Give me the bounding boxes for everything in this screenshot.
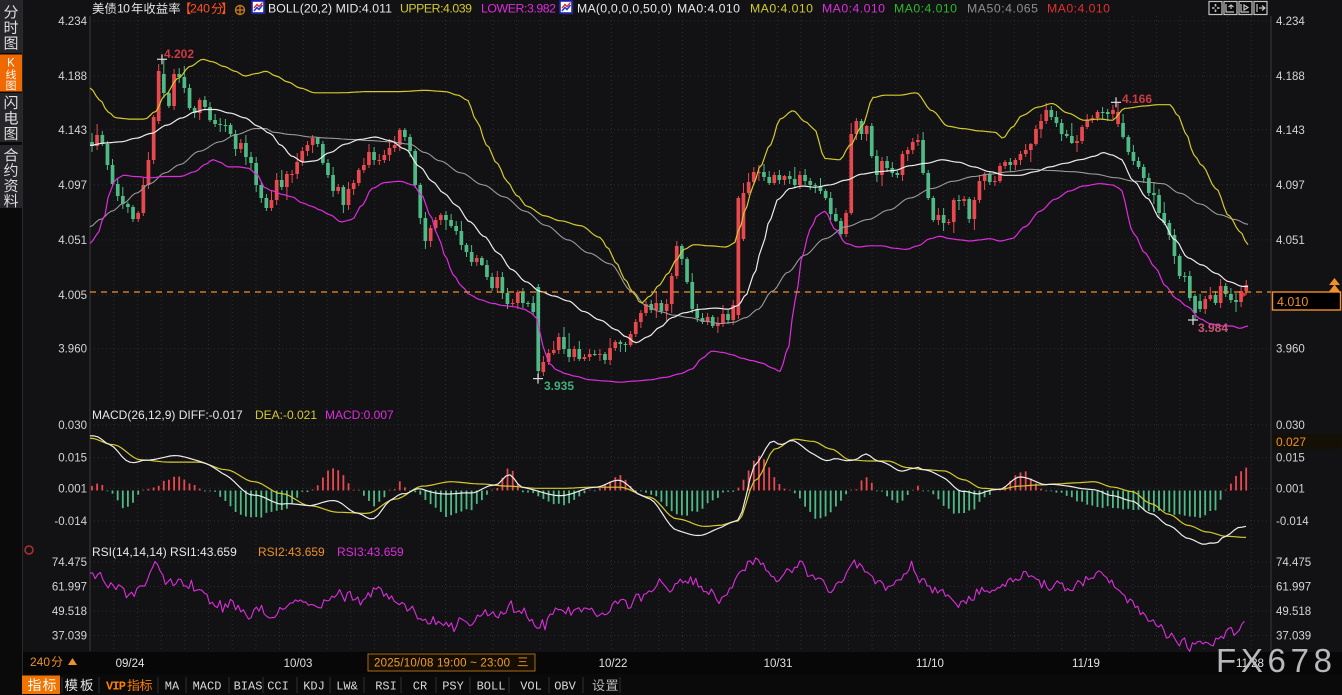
svg-text:4.166: 4.166 [1122,92,1152,106]
svg-text:LOWER:3.982: LOWER:3.982 [481,2,556,16]
svg-text:4.143: 4.143 [1276,125,1305,137]
svg-text:3.960: 3.960 [1276,344,1305,356]
svg-text:240: 240 [190,2,210,16]
svg-text:FX678: FX678 [1216,642,1337,679]
svg-text:11/19: 11/19 [1072,658,1100,670]
svg-text:74.475: 74.475 [52,557,87,569]
svg-text:0.015: 0.015 [1276,453,1305,465]
svg-text:4.051: 4.051 [1276,235,1305,247]
svg-text:DEA:-0.021: DEA:-0.021 [255,408,317,422]
svg-text:0.030: 0.030 [1276,420,1305,432]
svg-text:-0.014: -0.014 [54,516,87,528]
svg-text:MA50:4.065: MA50:4.065 [967,2,1038,16]
svg-text:0.015: 0.015 [58,453,87,465]
svg-text:4.097: 4.097 [1276,180,1305,192]
svg-text:MA0:4.010: MA0:4.010 [822,2,885,16]
svg-text:09/24: 09/24 [116,658,145,670]
svg-text:MA0:4.010: MA0:4.010 [894,2,957,16]
svg-text:37.039: 37.039 [52,631,87,643]
svg-text:240: 240 [30,655,50,669]
svg-text:2025/10/08 19:00 ~ 23:00: 2025/10/08 19:00 ~ 23:00 [374,658,510,670]
svg-text:MA0:4.010: MA0:4.010 [677,2,740,16]
svg-text:RSI3:43.659: RSI3:43.659 [337,545,404,559]
svg-text:3.960: 3.960 [58,344,87,356]
svg-text:BOLL(20,2) MID:4.011: BOLL(20,2) MID:4.011 [268,2,392,16]
svg-text:BIAS: BIAS [234,680,263,694]
svg-text:0.001: 0.001 [58,483,87,495]
svg-text:VIP: VIP [106,680,126,694]
svg-text:0.001: 0.001 [1276,483,1305,495]
svg-text:MACD:0.007: MACD:0.007 [325,408,394,422]
svg-text:-0.014: -0.014 [1276,516,1309,528]
svg-text:0.030: 0.030 [58,420,87,432]
svg-text:4.097: 4.097 [58,180,87,192]
svg-text:RSI(14,14,14) RSI1:43.659: RSI(14,14,14) RSI1:43.659 [92,545,237,559]
svg-text:0.027: 0.027 [1276,435,1306,449]
svg-text:4.005: 4.005 [58,290,87,302]
svg-text:RSI: RSI [375,680,397,694]
svg-text:4.143: 4.143 [58,125,87,137]
svg-text:CCI: CCI [267,680,289,694]
svg-text:VOL: VOL [520,680,542,694]
svg-text:10/22: 10/22 [599,658,628,670]
svg-text:4.010: 4.010 [1277,295,1308,309]
svg-text:3.984: 3.984 [1198,321,1228,335]
svg-text:4.234: 4.234 [58,16,87,28]
svg-text:MA0:4.010: MA0:4.010 [750,2,813,16]
svg-text:4.234: 4.234 [1276,16,1305,28]
svg-text:10/31: 10/31 [764,658,793,670]
svg-text:KDJ: KDJ [303,680,325,694]
svg-text:CR: CR [413,680,427,694]
svg-text:MACD(26,12,9) DIFF:-0.017: MACD(26,12,9) DIFF:-0.017 [92,408,243,422]
svg-text:4.188: 4.188 [58,71,87,83]
svg-text:49.518: 49.518 [52,606,87,618]
svg-text:74.475: 74.475 [1276,557,1311,569]
svg-text:11/10: 11/10 [916,658,944,670]
svg-text:37.039: 37.039 [1276,631,1311,643]
svg-text:MA: MA [165,680,180,694]
svg-text:PSY: PSY [442,680,464,694]
svg-text:61.997: 61.997 [52,582,87,594]
svg-text:UPPER:4.039: UPPER:4.039 [400,2,472,16]
svg-text:MA(0,0,0,0,50,0): MA(0,0,0,0,50,0) [577,2,672,16]
svg-text:3.935: 3.935 [544,379,574,393]
svg-text:BOLL: BOLL [477,680,506,694]
svg-text:4.202: 4.202 [164,47,194,61]
svg-text:OBV: OBV [554,680,576,694]
svg-text:10/03: 10/03 [284,658,313,670]
svg-text:MA0:4.010: MA0:4.010 [1047,2,1110,16]
svg-text:61.997: 61.997 [1276,582,1311,594]
svg-text:4.188: 4.188 [1276,71,1305,83]
svg-text:49.518: 49.518 [1276,606,1311,618]
svg-text:10: 10 [117,2,130,16]
svg-text:LW&: LW& [336,680,358,694]
svg-text:K: K [7,58,15,70]
svg-text:RSI2:43.659: RSI2:43.659 [258,545,325,559]
svg-text:MACD: MACD [193,680,222,694]
svg-text:4.051: 4.051 [58,235,87,247]
